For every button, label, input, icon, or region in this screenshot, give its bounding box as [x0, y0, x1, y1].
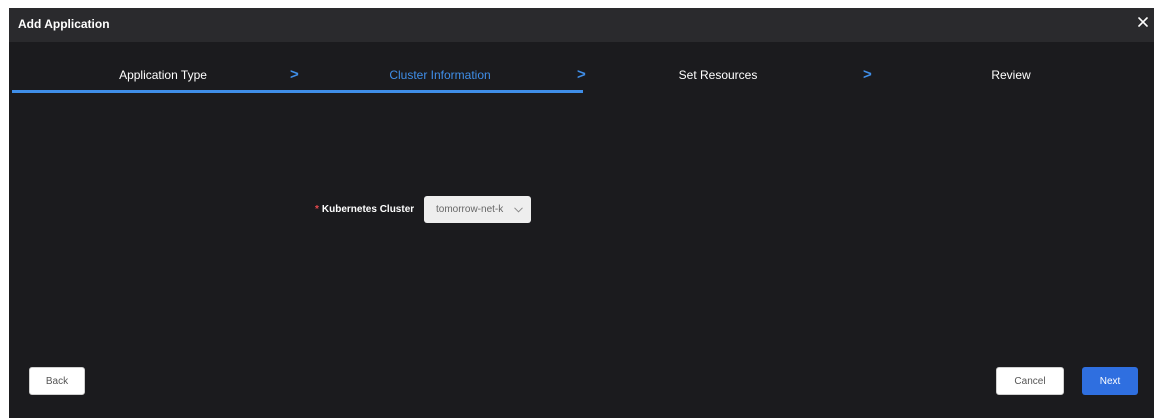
kubernetes-cluster-label-text: Kubernetes Cluster — [321, 204, 415, 215]
dialog-title: Add Application — [18, 17, 110, 31]
step-separator-arrow: > — [577, 66, 586, 83]
step-cluster-information[interactable]: Cluster Information — [340, 68, 540, 82]
step-progress-line — [12, 90, 583, 93]
cancel-button[interactable]: Cancel — [996, 367, 1064, 395]
kubernetes-cluster-label: * Kubernetes Cluster — [315, 204, 414, 215]
step-set-resources[interactable]: Set Resources — [618, 68, 818, 82]
next-button[interactable]: Next — [1082, 367, 1138, 395]
wizard-steps: Application Type > Cluster Information >… — [9, 42, 1154, 90]
required-mark: * — [315, 204, 319, 215]
step-separator-arrow: > — [863, 66, 872, 83]
dialog-titlebar: Add Application — [9, 8, 1154, 42]
step-separator-arrow: > — [290, 66, 299, 83]
kubernetes-cluster-select[interactable]: tomorrow-net-k — [424, 196, 531, 223]
step-application-type[interactable]: Application Type — [63, 68, 263, 82]
chevron-down-icon — [514, 207, 523, 213]
add-application-dialog: Add Application Application Type > Clust… — [9, 8, 1154, 418]
kubernetes-cluster-value: tomorrow-net-k — [436, 204, 504, 215]
step-review[interactable]: Review — [911, 68, 1111, 82]
close-icon[interactable] — [1136, 15, 1150, 29]
back-button[interactable]: Back — [29, 367, 85, 395]
